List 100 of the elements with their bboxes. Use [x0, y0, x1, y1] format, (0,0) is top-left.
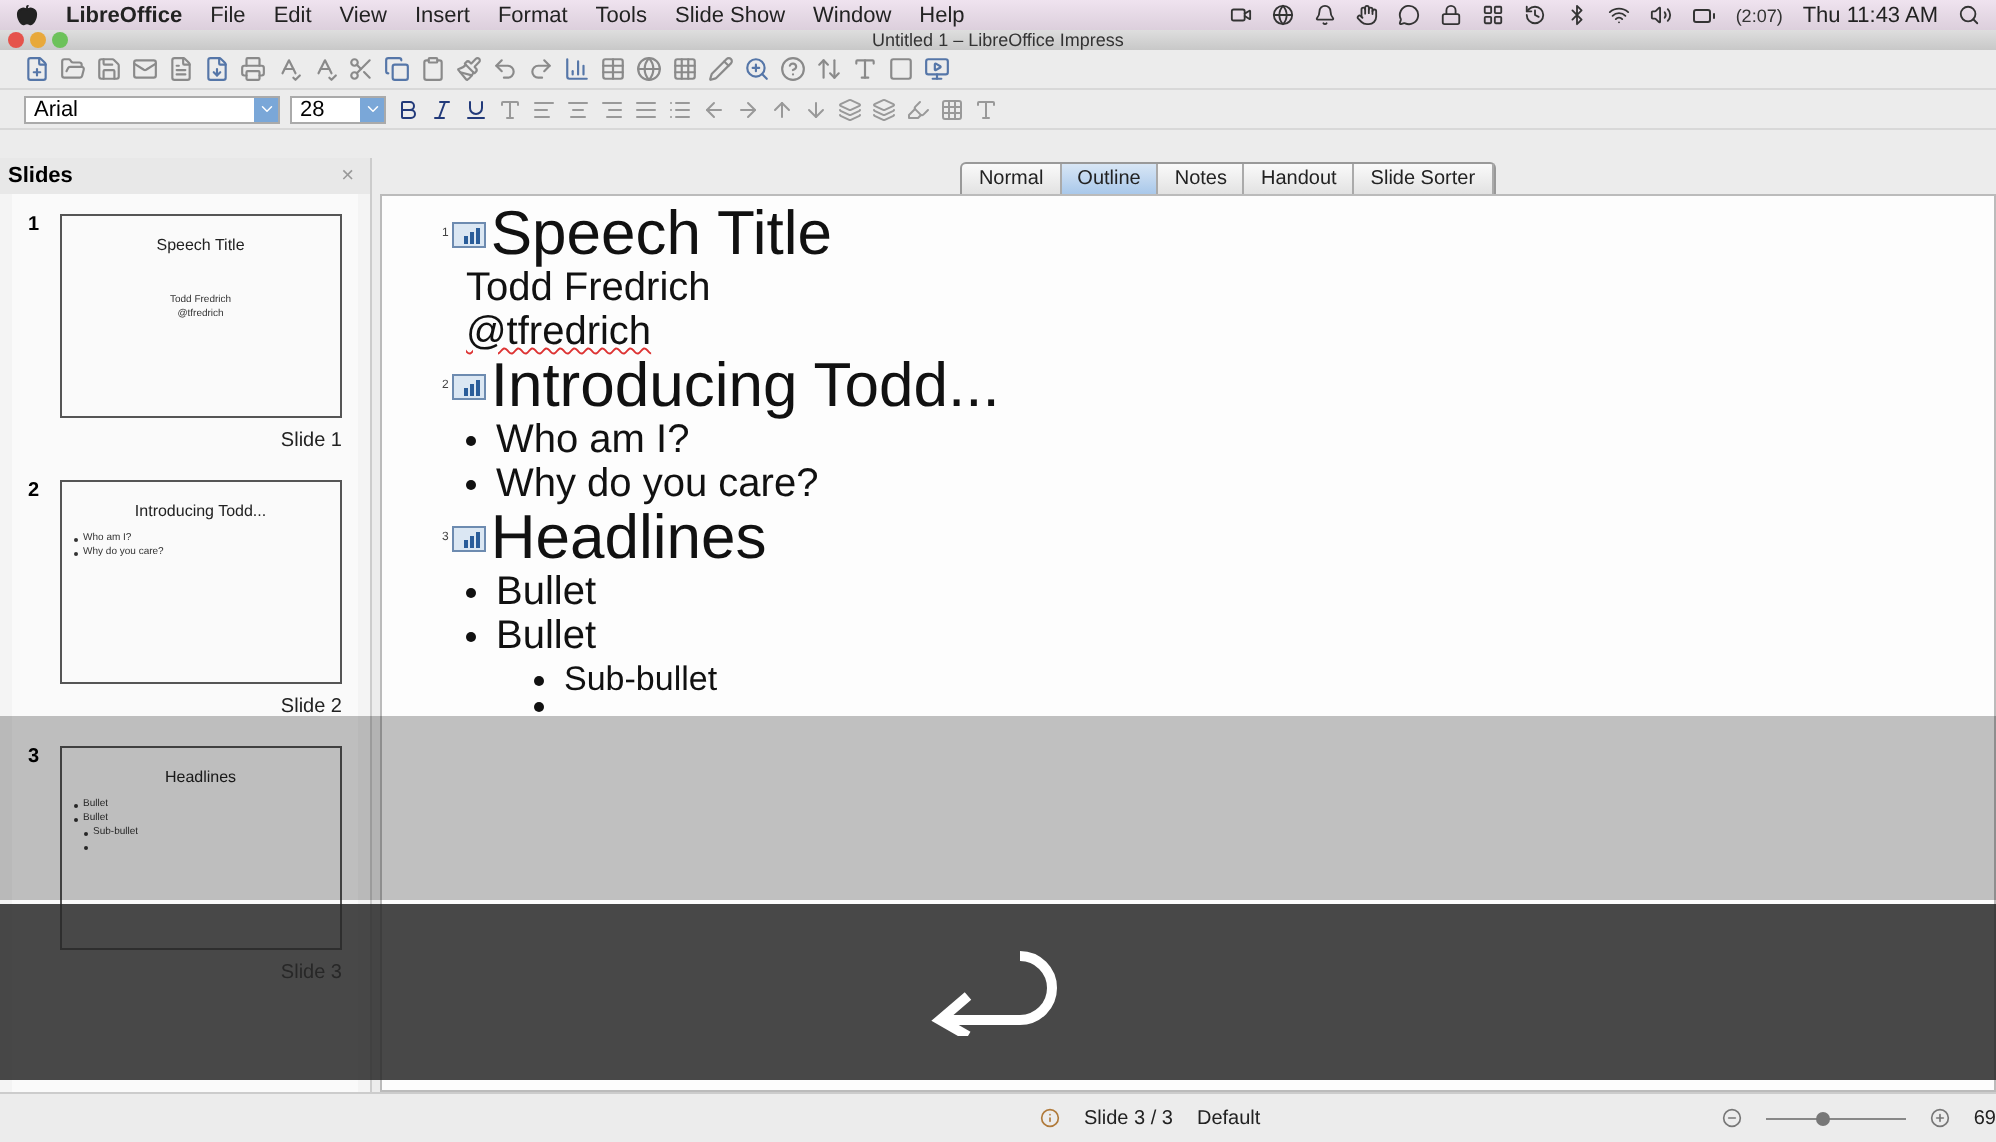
square-icon[interactable] [888, 56, 914, 82]
arrow-right-icon[interactable] [736, 97, 760, 121]
caret-icon [363, 100, 381, 118]
hand-icon[interactable] [1355, 4, 1378, 26]
clock[interactable]: Thu 11:43 AM [1802, 3, 1938, 27]
autospellcheck-icon[interactable] [312, 56, 338, 82]
view-tab[interactable]: Outline [1061, 164, 1159, 194]
wifi-icon[interactable] [1607, 4, 1630, 26]
spellcheck-icon[interactable] [276, 56, 302, 82]
font-icon[interactable] [498, 97, 522, 121]
table-icon[interactable] [600, 56, 626, 82]
menu-item[interactable]: Format [497, 3, 568, 27]
redo-icon[interactable] [528, 56, 554, 82]
pdf-export-icon[interactable] [204, 56, 230, 82]
zoom-button[interactable] [52, 32, 68, 48]
outline-text: Bullet [496, 570, 597, 614]
outline-text: Who am I? [496, 418, 690, 462]
bell-icon[interactable] [1313, 4, 1336, 26]
app-menu[interactable]: LibreOffice [66, 3, 183, 27]
minimize-button[interactable] [30, 32, 46, 48]
slideshow-icon[interactable] [924, 56, 950, 82]
outline-text: Why do you care? [496, 462, 819, 506]
arrow-left-icon[interactable] [702, 97, 726, 121]
arrow-down-icon[interactable] [804, 97, 828, 121]
layout-name: Default [1196, 1107, 1261, 1129]
chart-icon[interactable] [564, 56, 590, 82]
pencil-icon[interactable] [708, 56, 734, 82]
menu-item[interactable]: File [210, 3, 246, 27]
menu-item[interactable]: Edit [273, 3, 312, 27]
slide-number: 3 [28, 746, 42, 772]
layers-icon[interactable] [872, 97, 896, 121]
lock-icon[interactable] [1439, 4, 1462, 26]
justify-icon[interactable] [634, 97, 658, 121]
chat-icon[interactable] [1397, 4, 1420, 26]
highlighter-icon[interactable] [906, 97, 930, 121]
bullet-icon [534, 702, 544, 712]
caret-icon [257, 100, 275, 118]
slide-icon [452, 221, 487, 247]
camera-icon[interactable] [1229, 4, 1252, 26]
battery-icon[interactable] [1691, 3, 1716, 27]
save-icon[interactable] [96, 56, 122, 82]
panel-title: Slides [8, 164, 73, 188]
thumbnail-title: Introducing Todd... [134, 502, 267, 520]
new-document-icon[interactable] [24, 56, 50, 82]
menu-item[interactable]: View [339, 3, 387, 27]
cut-icon[interactable] [348, 56, 374, 82]
font-name-field[interactable]: Arial [24, 95, 280, 123]
thumbnail-title: Speech Title [156, 236, 245, 254]
mail-icon[interactable] [132, 56, 158, 82]
volume-icon[interactable] [1649, 4, 1672, 26]
menu-item[interactable]: Help [919, 3, 965, 27]
underline-icon[interactable] [464, 97, 488, 121]
italic-icon[interactable] [430, 97, 454, 121]
layers-icon[interactable] [838, 97, 862, 121]
text-icon[interactable] [852, 56, 878, 82]
zoom-icon[interactable] [744, 56, 770, 82]
arrow-up-icon[interactable] [770, 97, 794, 121]
outline-text: Bullet [496, 614, 597, 658]
battery-time: (2:07) [1735, 5, 1783, 25]
align-right-icon[interactable] [600, 97, 624, 121]
thumbnail-title: Headlines [164, 768, 237, 786]
document-icon[interactable] [168, 56, 194, 82]
slide-label: Slide 1 [280, 430, 342, 452]
bullet-icon [534, 675, 544, 685]
printer-icon[interactable] [240, 56, 266, 82]
zoom-value: 69 [1973, 1107, 1996, 1129]
slide-indicator: Slide 3 / 3 [1084, 1107, 1173, 1129]
slide-icon [452, 525, 487, 551]
menu-item[interactable]: Slide Show [674, 3, 786, 27]
folder-icon[interactable] [60, 56, 86, 82]
zoom-in-icon[interactable] [1929, 1108, 1950, 1128]
window-title: Untitled 1 – LibreOffice Impress [872, 30, 1124, 50]
slide-number: 1 [28, 214, 42, 240]
menu-item[interactable]: Tools [595, 3, 647, 27]
align-center-icon[interactable] [566, 97, 590, 121]
copy-icon[interactable] [384, 56, 410, 82]
help-icon[interactable] [780, 56, 806, 82]
history-icon[interactable] [1523, 4, 1546, 26]
paste-icon[interactable] [420, 56, 446, 82]
zoom-out-icon[interactable] [1721, 1108, 1742, 1128]
apple-icon[interactable] [16, 4, 38, 26]
slide-icon [452, 373, 487, 399]
outline-text: @tfredrich [464, 310, 654, 354]
slide-label: Slide 2 [280, 696, 342, 718]
slide-number: 2 [28, 480, 42, 506]
grid-icon[interactable] [1481, 4, 1504, 26]
globe-icon[interactable] [1271, 4, 1294, 26]
bluetooth-icon[interactable] [1565, 4, 1588, 26]
font-size-field[interactable]: 28 [290, 95, 386, 123]
bold-icon[interactable] [396, 97, 420, 121]
menu-item[interactable]: Insert [414, 3, 470, 27]
menu-item[interactable]: Window [813, 3, 892, 27]
info-icon [1040, 1108, 1060, 1128]
close-button[interactable] [8, 32, 24, 48]
sort-icon[interactable] [816, 56, 842, 82]
outline-text: Todd Fredrich [464, 266, 713, 310]
paintbrush-icon[interactable] [456, 56, 482, 82]
align-left-icon[interactable] [532, 97, 556, 121]
undo-icon[interactable] [492, 56, 518, 82]
search-icon[interactable] [1958, 4, 1980, 26]
